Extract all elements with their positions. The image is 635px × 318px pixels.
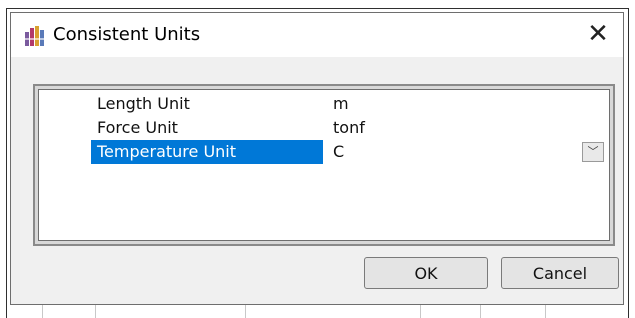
dialog-title: Consistent Units xyxy=(53,24,201,45)
grid-row-temperature-unit[interactable]: Temperature Unit C ﹀ xyxy=(91,140,606,164)
temperature-unit-select[interactable]: C ﹀ xyxy=(323,140,606,164)
force-unit-label: Force Unit xyxy=(97,118,178,137)
background-divider xyxy=(245,305,246,318)
force-unit-value[interactable]: tonf xyxy=(323,116,606,140)
grid-row-force-unit[interactable]: Force Unit tonf xyxy=(91,116,606,140)
consistent-units-dialog: Consistent Units ✕ Length Unit m Force U… xyxy=(10,12,624,305)
background-divider xyxy=(480,305,481,318)
close-icon: ✕ xyxy=(587,19,609,49)
units-grid: Length Unit m Force Unit tonf Temperatur… xyxy=(33,84,615,246)
cancel-button[interactable]: Cancel xyxy=(501,257,619,289)
close-button[interactable]: ✕ xyxy=(581,17,615,51)
temperature-unit-dropdown-button[interactable]: ﹀ xyxy=(582,142,604,162)
background-divider xyxy=(420,305,421,318)
ok-button[interactable]: OK xyxy=(364,257,488,289)
chevron-down-icon: ﹀ xyxy=(587,145,599,158)
temperature-unit-value: C xyxy=(333,142,345,161)
background-divider xyxy=(95,305,96,318)
grid-row-length-unit[interactable]: Length Unit m xyxy=(91,92,606,116)
background-divider xyxy=(545,305,546,318)
title-bar: Consistent Units ✕ xyxy=(11,13,623,57)
length-unit-label: Length Unit xyxy=(97,94,190,113)
length-unit-value[interactable]: m xyxy=(323,92,606,116)
units-grid-body: Length Unit m Force Unit tonf Temperatur… xyxy=(38,89,610,241)
temperature-unit-label: Temperature Unit xyxy=(91,140,323,164)
app-icon xyxy=(25,26,44,46)
background-divider xyxy=(42,305,43,318)
